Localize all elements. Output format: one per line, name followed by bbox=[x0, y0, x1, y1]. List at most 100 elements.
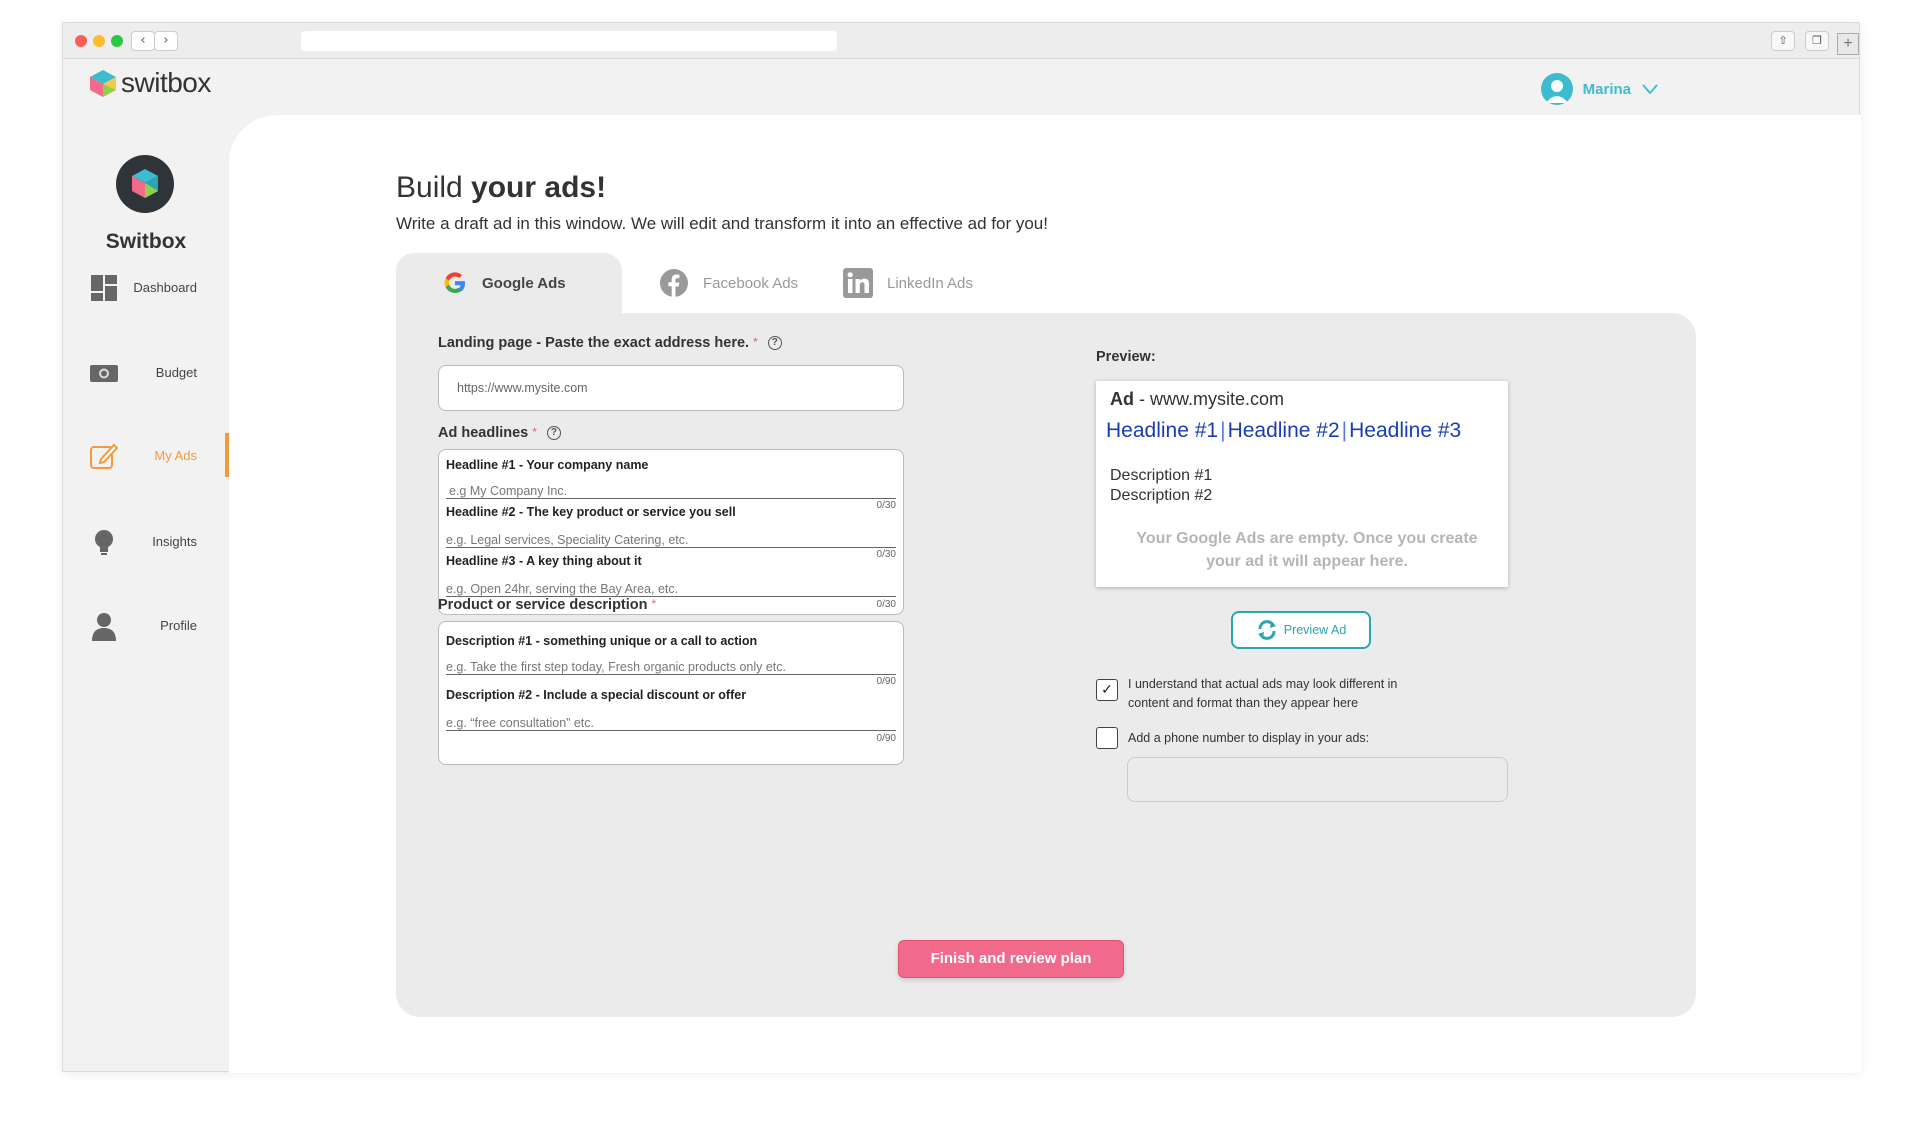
share-icon[interactable]: ⇧ bbox=[1771, 31, 1795, 51]
headlines-box: Headline #1 - Your company name e.g My C… bbox=[438, 449, 904, 615]
logo-text: switbox bbox=[121, 67, 211, 98]
field-underline bbox=[446, 674, 896, 675]
phone-checkbox[interactable] bbox=[1096, 727, 1118, 749]
sidebar-item-insights[interactable]: Insights bbox=[63, 519, 229, 563]
new-tab-button[interactable]: + bbox=[1837, 33, 1859, 55]
landing-page-label: Landing page - Paste the exact address h… bbox=[438, 335, 782, 351]
app-header: switbox Marina bbox=[63, 59, 1859, 115]
required-mark: * bbox=[753, 335, 758, 349]
landing-label-text: Landing page - Paste the exact address h… bbox=[438, 335, 750, 351]
minimize-window-button[interactable] bbox=[93, 35, 105, 47]
preview-ad-button[interactable]: Preview Ad bbox=[1231, 611, 1371, 649]
tab-google-ads[interactable]: Google Ads bbox=[396, 253, 622, 313]
sidebar-item-label: Insights bbox=[152, 533, 197, 549]
headline-3-placeholder: e.g. Open 24hr, serving the Bay Area, et… bbox=[446, 582, 679, 596]
preview-descriptions: Description #1 Description #2 bbox=[1110, 466, 1212, 506]
user-menu[interactable]: Marina bbox=[1540, 73, 1659, 105]
address-bar[interactable] bbox=[301, 31, 837, 51]
chevron-down-icon[interactable] bbox=[1641, 83, 1659, 95]
sidebar-item-label: Dashboard bbox=[133, 279, 197, 295]
description-1-label: Description #1 - something unique or a c… bbox=[446, 634, 758, 648]
ad-builder-panel: Landing page - Paste the exact address h… bbox=[396, 313, 1696, 1017]
headlines-label-text: Ad headlines bbox=[438, 425, 529, 441]
tabs-icon[interactable]: ❐ bbox=[1805, 31, 1829, 51]
description-label-text: Product or service description bbox=[438, 597, 648, 613]
preview-ad-url: Ad - www.mysite.com bbox=[1110, 389, 1284, 410]
title-bold: your ads! bbox=[471, 171, 607, 204]
preview-headline-2: Headline #2 bbox=[1227, 419, 1340, 442]
finish-review-button[interactable]: Finish and review plan bbox=[898, 940, 1124, 978]
description-label: Product or service description * bbox=[438, 597, 656, 613]
landing-page-input[interactable]: https://www.mysite.com bbox=[438, 365, 904, 411]
help-icon[interactable]: ? bbox=[767, 336, 782, 351]
page-title: Build your ads! bbox=[396, 171, 606, 205]
brand-title: Switbox bbox=[105, 230, 187, 253]
headline-2-field[interactable]: Headline #2 - The key product or service… bbox=[446, 498, 896, 560]
user-name: Marina bbox=[1582, 80, 1631, 98]
browser-window: ‹ › ⇧ ❐ + switbox Marina Switbox Dashboa… bbox=[62, 22, 1861, 1073]
description-2-field[interactable]: Description #2 - Include a special disco… bbox=[446, 677, 896, 744]
preview-headline-3: Headline #3 bbox=[1349, 419, 1462, 442]
headlines-label: Ad headlines * ? bbox=[438, 425, 561, 441]
understand-checkbox[interactable]: ✓ bbox=[1096, 679, 1118, 701]
understand-label: I understand that actual ads may look di… bbox=[1128, 677, 1398, 710]
ad-prefix: Ad bbox=[1110, 389, 1134, 409]
sidebar-item-label: Profile bbox=[160, 617, 197, 633]
sidebar-item-label: My Ads bbox=[154, 447, 197, 463]
required-mark: * bbox=[532, 425, 537, 439]
description-1-field[interactable]: Description #1 - something unique or a c… bbox=[446, 622, 896, 687]
preview-headlines: Headline #1|Headline #2|Headline #3 bbox=[1106, 419, 1461, 443]
sidebar-item-profile[interactable]: Profile bbox=[63, 603, 229, 647]
tab-facebook-ads[interactable]: Facebook Ads bbox=[659, 253, 798, 313]
sidebar-item-dashboard[interactable]: Dashboard bbox=[63, 265, 229, 309]
avatar bbox=[1540, 73, 1573, 105]
headline-1-placeholder: e.g My Company Inc. bbox=[449, 484, 568, 498]
sidebar-item-my-ads[interactable]: My Ads bbox=[63, 433, 229, 477]
phone-number-input[interactable] bbox=[1127, 757, 1508, 802]
user-avatar-icon bbox=[1545, 80, 1568, 103]
brand-avatar bbox=[116, 155, 174, 213]
separator: | bbox=[1341, 419, 1348, 442]
preview-headline-1: Headline #1 bbox=[1106, 419, 1219, 442]
back-button[interactable]: ‹ bbox=[131, 31, 155, 51]
logo-cube-icon bbox=[90, 70, 116, 97]
close-window-button[interactable] bbox=[75, 35, 87, 47]
page-subtitle: Write a draft ad in this window. We will… bbox=[396, 214, 1048, 233]
preview-label: Preview: bbox=[1096, 349, 1156, 365]
edit-icon bbox=[90, 443, 119, 469]
description-2-placeholder: e.g. “free consultation” etc. bbox=[446, 716, 594, 730]
title-light: Build bbox=[396, 171, 472, 204]
descriptions-box: Description #1 - something unique or a c… bbox=[438, 621, 904, 765]
preview-button-label: Preview Ad bbox=[1283, 623, 1347, 637]
phone-label: Add a phone number to display in your ad… bbox=[1128, 731, 1370, 745]
switbox-logo[interactable]: switbox bbox=[87, 67, 211, 99]
linkedin-icon bbox=[843, 268, 873, 298]
facebook-icon bbox=[660, 269, 688, 297]
google-icon bbox=[444, 272, 465, 293]
tab-linkedin-ads[interactable]: LinkedIn Ads bbox=[843, 253, 973, 313]
preview-description-1: Description #1 bbox=[1110, 467, 1213, 484]
sidebar-item-budget[interactable]: Budget bbox=[63, 350, 229, 394]
headline-3-field[interactable]: Headline #3 - A key thing about it e.g. … bbox=[446, 547, 896, 610]
tab-label: LinkedIn Ads bbox=[887, 274, 973, 292]
sidebar-item-label: Budget bbox=[155, 364, 197, 380]
ad-preview-card: Ad - www.mysite.com Headline #1|Headline… bbox=[1096, 381, 1508, 587]
char-counter: 0/90 bbox=[876, 733, 896, 744]
description-2-label: Description #2 - Include a special disco… bbox=[446, 688, 747, 702]
headline-2-placeholder: e.g. Legal services, Speciality Catering… bbox=[446, 533, 689, 547]
brand-cube-icon bbox=[132, 169, 158, 198]
field-underline bbox=[446, 730, 896, 731]
help-icon[interactable]: ? bbox=[546, 426, 561, 441]
tab-label: Google Ads bbox=[482, 274, 566, 292]
dashboard-icon bbox=[91, 275, 117, 301]
ad-url: - www.mysite.com bbox=[1134, 389, 1285, 409]
forward-button[interactable]: › bbox=[154, 31, 178, 51]
maximize-window-button[interactable] bbox=[111, 35, 123, 47]
description-1-placeholder: e.g. Take the first step today, Fresh or… bbox=[446, 660, 786, 674]
headline-1-label: Headline #1 - Your company name bbox=[446, 458, 649, 472]
char-counter: 0/30 bbox=[876, 599, 896, 610]
headline-3-label: Headline #3 - A key thing about it bbox=[446, 554, 642, 568]
separator: | bbox=[1220, 419, 1226, 442]
money-icon bbox=[90, 365, 118, 382]
required-mark: * bbox=[651, 597, 657, 611]
